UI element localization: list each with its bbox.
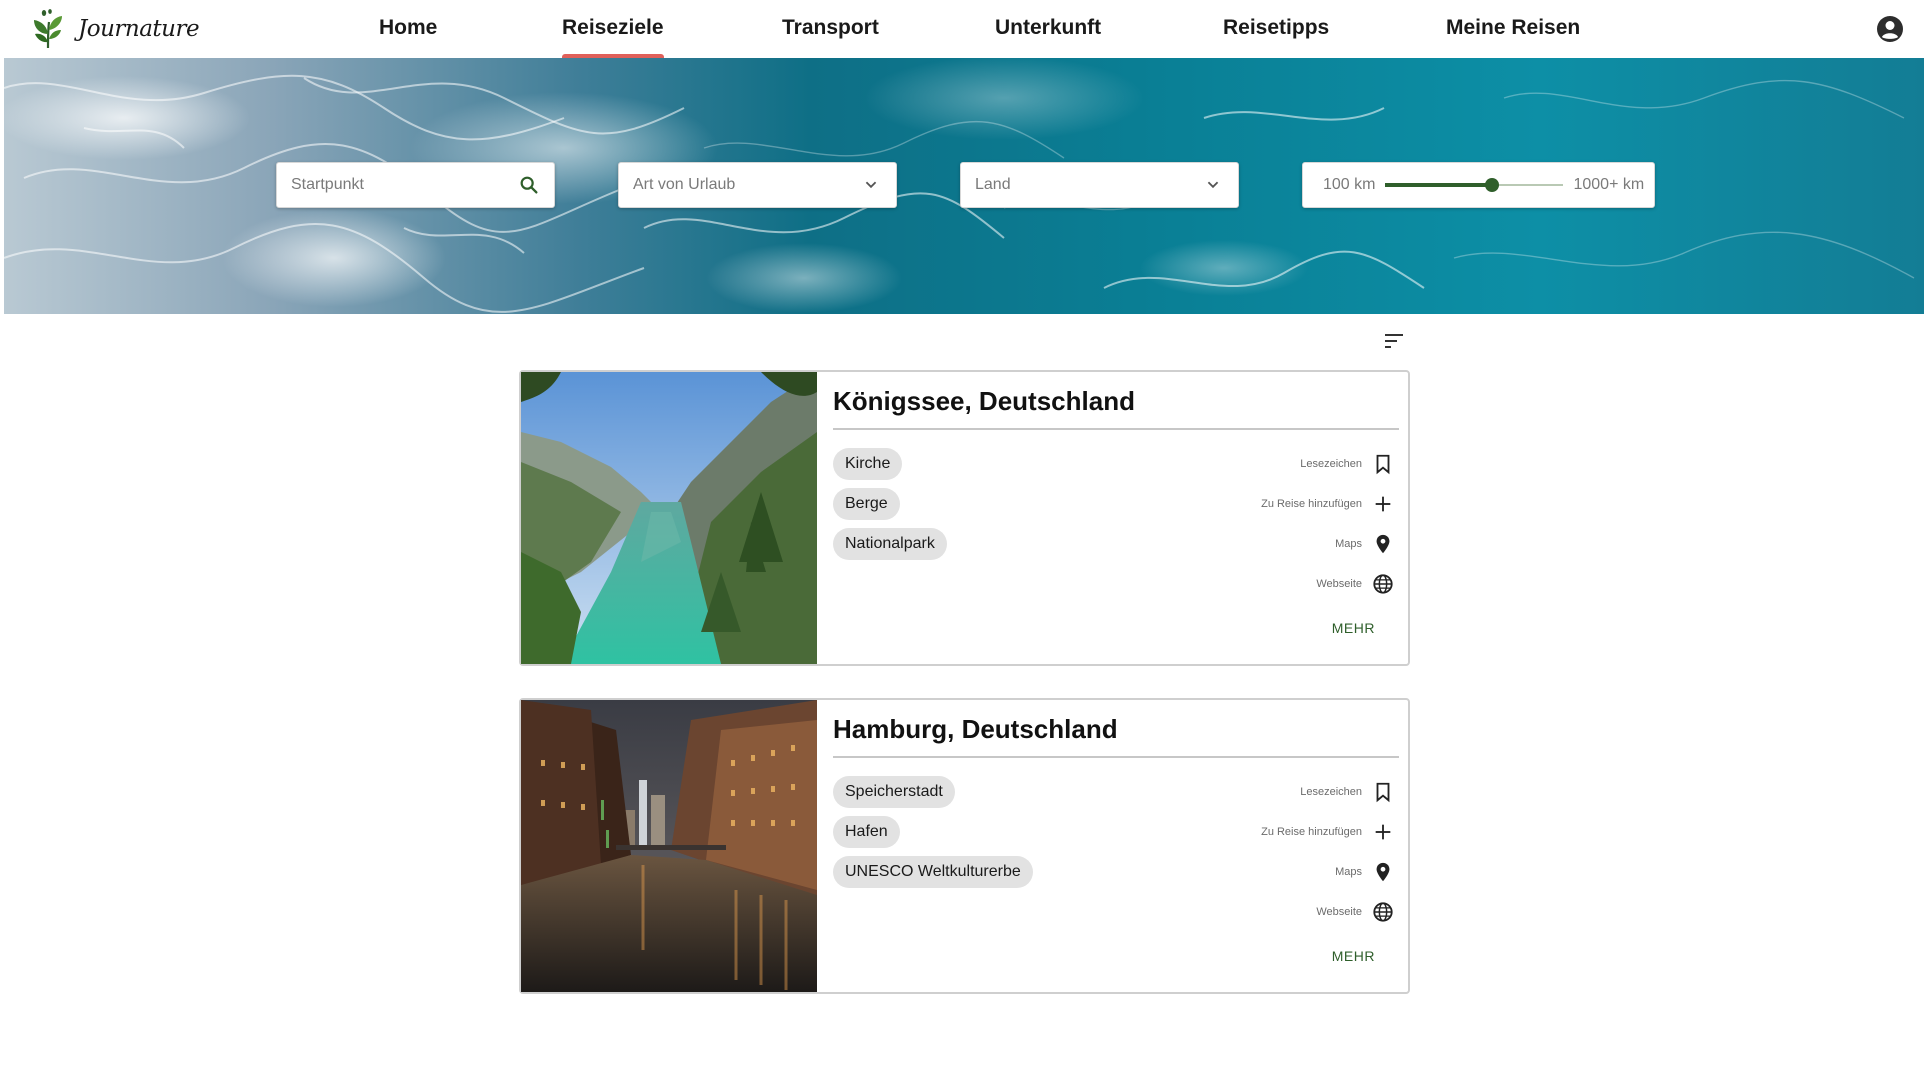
koenigssee-lake-photo [521, 372, 817, 664]
more-button[interactable]: MEHR [1332, 620, 1375, 636]
hamburg-speicherstadt-photo [521, 700, 817, 992]
plus-icon [1375, 824, 1391, 840]
tag-chip[interactable]: Speicherstadt [833, 776, 955, 808]
nav-item-home[interactable]: Home [379, 16, 437, 44]
maps-label: Maps [1335, 866, 1362, 878]
add-to-trip-action[interactable]: Zu Reise hinzufügen [1261, 818, 1394, 846]
distance-range-filter: 100 km 1000+ km [1302, 162, 1655, 208]
globe-icon [1373, 574, 1393, 594]
brand-logo[interactable]: Journature [28, 8, 200, 50]
title-divider [833, 428, 1399, 430]
destination-title[interactable]: Hamburg, Deutschland [833, 714, 1118, 745]
top-navigation: Journature Home Reiseziele Transport Unt… [4, 0, 1924, 59]
bookmark-icon [1376, 782, 1390, 803]
country-select[interactable]: Land [960, 162, 1239, 208]
tag-chip[interactable]: UNESCO Weltkulturerbe [833, 856, 1033, 888]
destination-card: Hamburg, Deutschland Speicherstadt Hafen… [519, 698, 1410, 994]
maps-action[interactable]: Maps [1335, 530, 1394, 558]
maps-action[interactable]: Maps [1335, 858, 1394, 886]
destination-card: Königssee, Deutschland Kirche Berge Nati… [519, 370, 1410, 666]
tag-chip[interactable]: Nationalpark [833, 528, 947, 560]
add-to-trip-action[interactable]: Zu Reise hinzufügen [1261, 490, 1394, 518]
website-label: Webseite [1316, 578, 1362, 590]
globe-icon [1373, 902, 1393, 922]
start-search-field[interactable]: Startpunkt [276, 162, 555, 208]
bookmark-icon [1376, 454, 1390, 475]
distance-min-label: 100 km [1323, 176, 1376, 193]
brand-name: Journature [78, 16, 200, 42]
chevron-down-icon [865, 181, 877, 189]
vacation-type-placeholder: Art von Urlaub [633, 176, 736, 193]
website-action[interactable]: Webseite [1316, 898, 1394, 926]
leaf-footprint-logo-icon [34, 9, 62, 49]
bookmark-action[interactable]: Lesezeichen [1300, 778, 1394, 806]
nav-item-reisetipps[interactable]: Reisetipps [1223, 16, 1329, 44]
nav-item-meine-reisen[interactable]: Meine Reisen [1446, 16, 1580, 44]
add-to-trip-label: Zu Reise hinzufügen [1261, 826, 1362, 838]
chevron-down-icon [1207, 181, 1219, 189]
search-icon[interactable] [518, 174, 540, 196]
website-label: Webseite [1316, 906, 1362, 918]
account-circle-icon[interactable] [1876, 15, 1904, 43]
map-pin-icon [1376, 862, 1390, 882]
bookmark-action[interactable]: Lesezeichen [1300, 450, 1394, 478]
add-to-trip-label: Zu Reise hinzufügen [1261, 498, 1362, 510]
nav-item-transport[interactable]: Transport [782, 16, 879, 44]
tag-chip[interactable]: Hafen [833, 816, 900, 848]
nav-item-unterkunft[interactable]: Unterkunft [995, 16, 1101, 44]
vacation-type-select[interactable]: Art von Urlaub [618, 162, 897, 208]
distance-max-label: 1000+ km [1573, 176, 1645, 193]
tag-chip[interactable]: Berge [833, 488, 900, 520]
sort-icon[interactable] [1382, 331, 1406, 351]
map-pin-icon [1376, 534, 1390, 554]
website-action[interactable]: Webseite [1316, 570, 1394, 598]
title-divider [833, 756, 1399, 758]
hero-banner: Startpunkt Art von Urlaub Land 100 km 10… [4, 58, 1924, 314]
maps-label: Maps [1335, 538, 1362, 550]
bookmark-label: Lesezeichen [1300, 786, 1362, 798]
tag-chip[interactable]: Kirche [833, 448, 903, 480]
nav-item-reiseziele[interactable]: Reiseziele [562, 16, 664, 59]
distance-slider[interactable] [1385, 175, 1564, 195]
country-placeholder: Land [975, 176, 1011, 193]
more-button[interactable]: MEHR [1332, 948, 1375, 964]
start-search-placeholder: Startpunkt [291, 176, 364, 193]
distance-slider-thumb[interactable] [1485, 178, 1500, 192]
destination-title[interactable]: Königssee, Deutschland [833, 386, 1135, 417]
bookmark-label: Lesezeichen [1300, 458, 1362, 470]
plus-icon [1375, 496, 1391, 512]
